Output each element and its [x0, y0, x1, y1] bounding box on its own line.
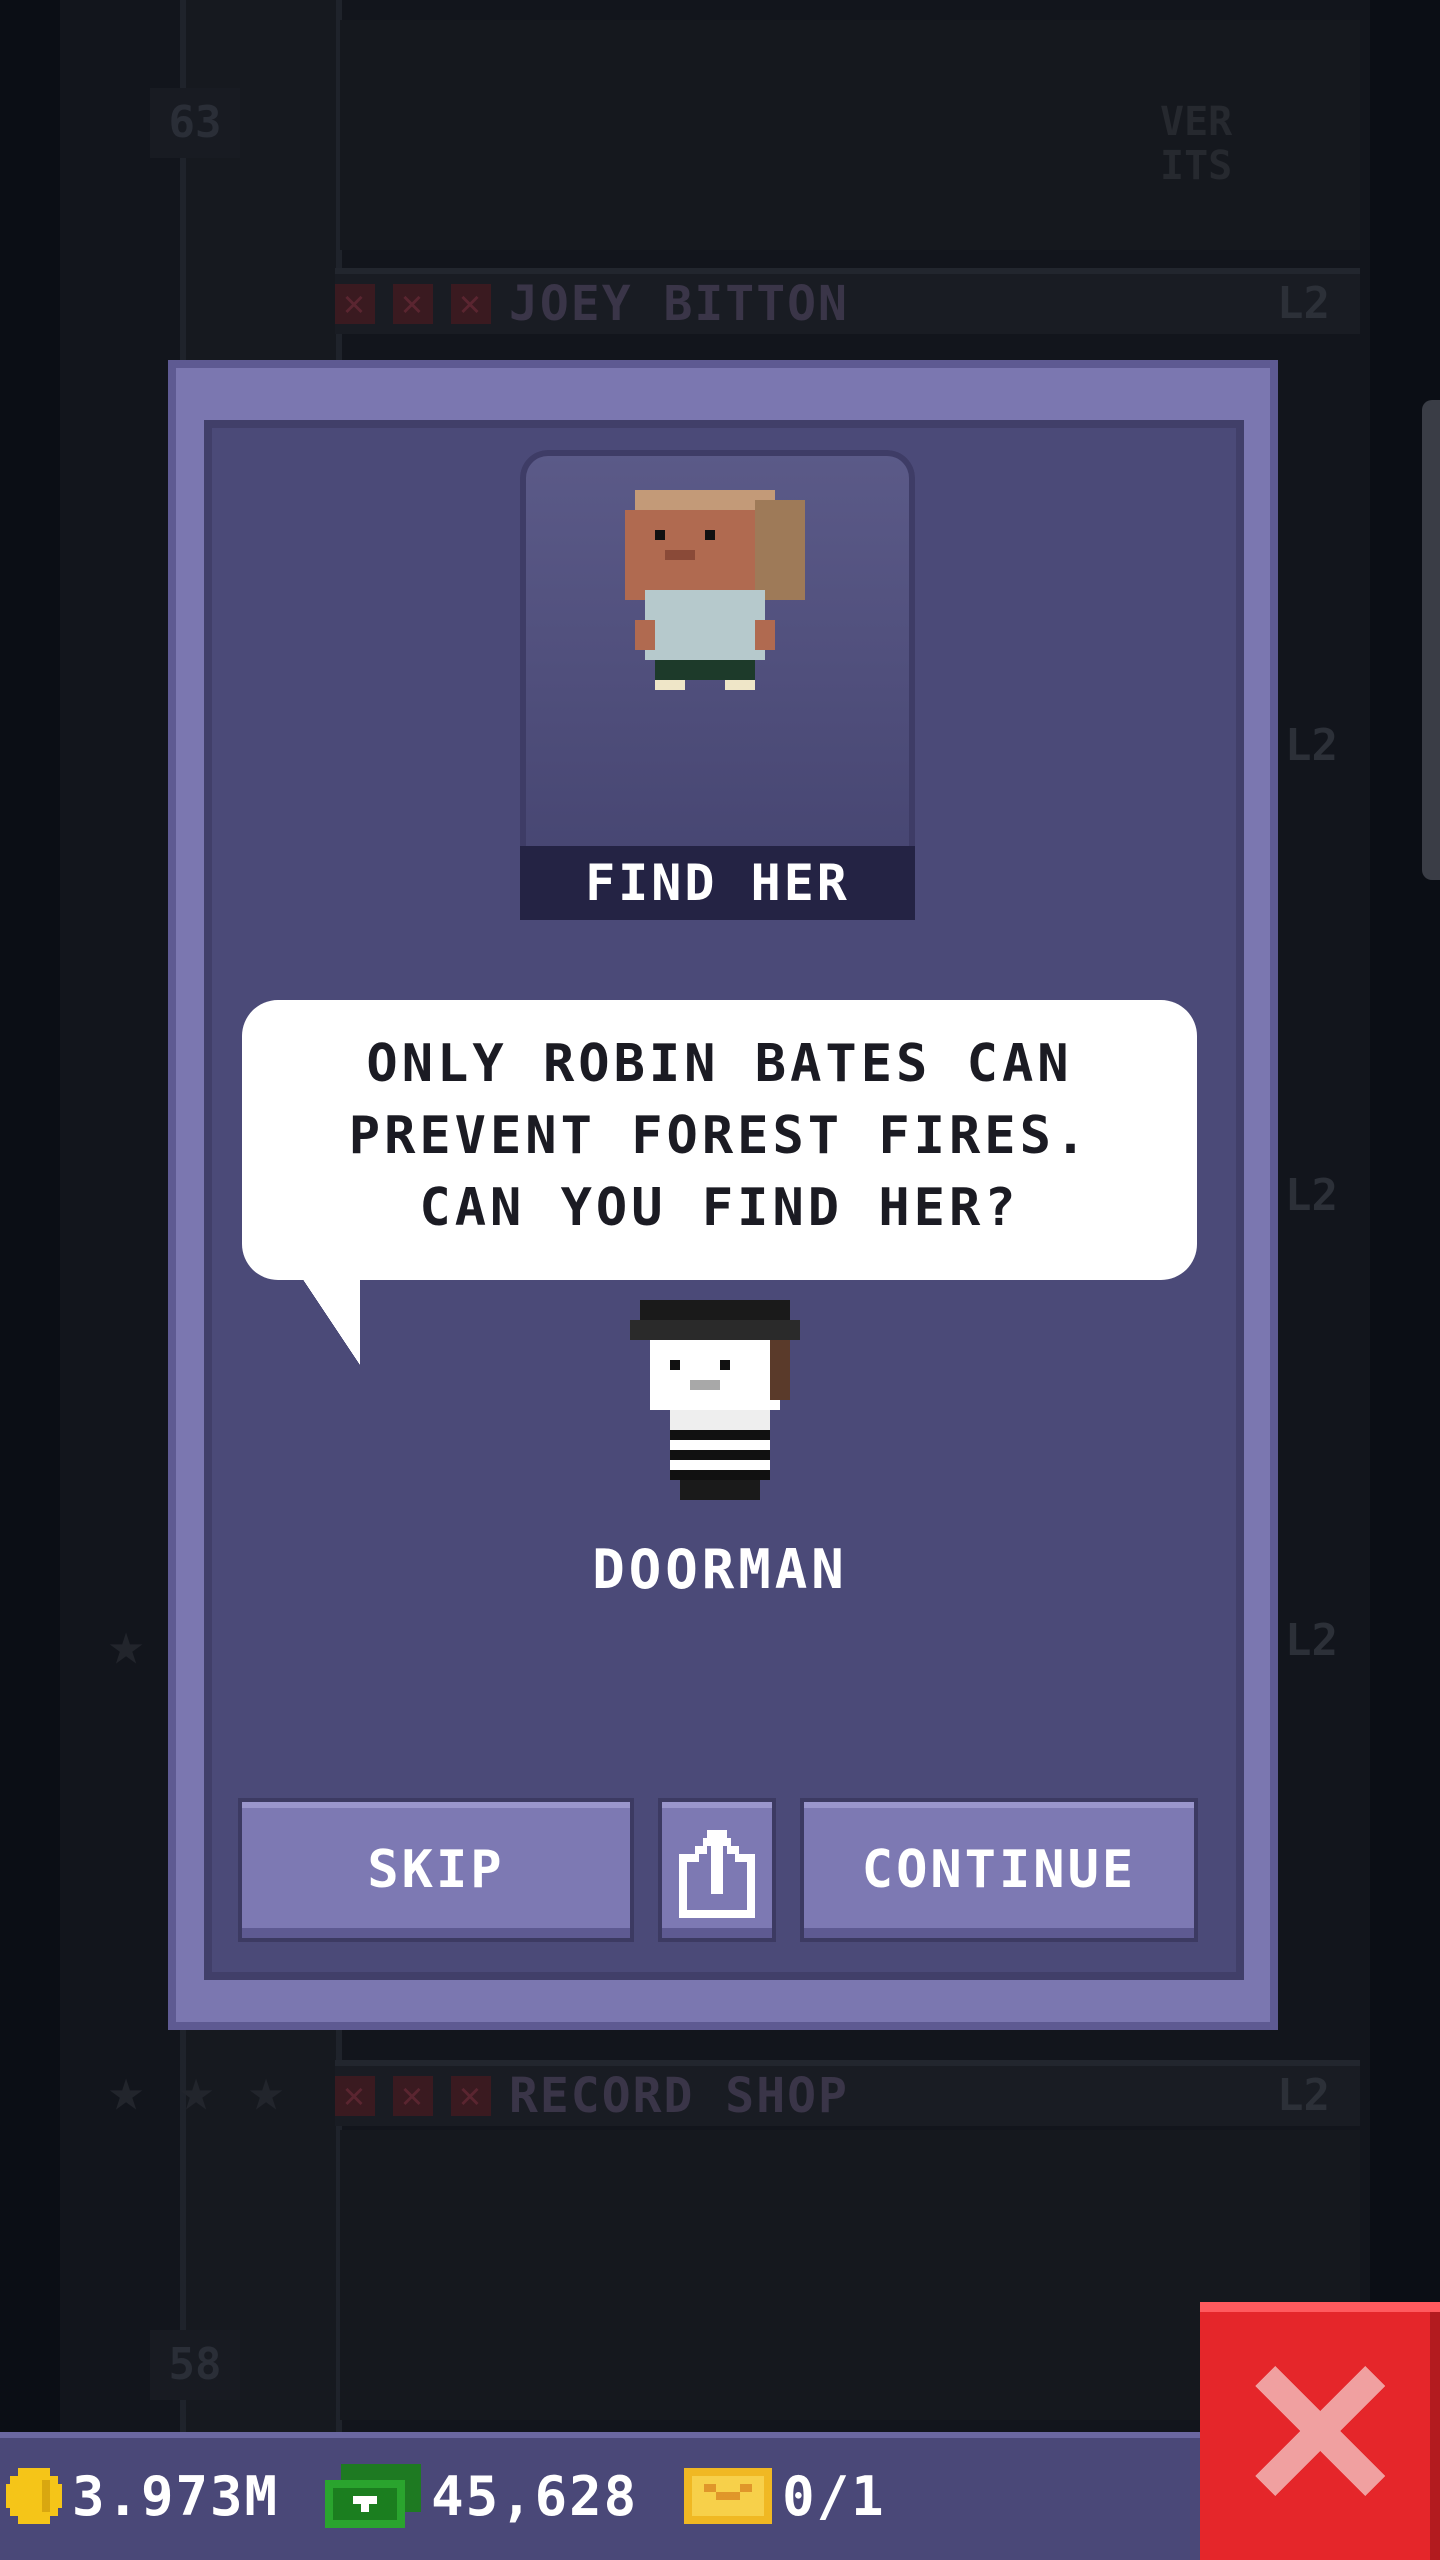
bux-icon	[325, 2464, 422, 2528]
share-button[interactable]	[662, 1802, 772, 1938]
star-icon: ★	[247, 2055, 285, 2125]
robin-bates-sprite	[625, 490, 805, 690]
background-floor: ✕ ✕ ✕ JOEY BITTON L2	[335, 268, 1360, 334]
coins-counter: 3.973M	[6, 2465, 279, 2528]
x-mark-icon: ✕	[393, 2076, 433, 2116]
star-icon: ★	[177, 2055, 215, 2125]
floor-level: L2	[1277, 278, 1330, 329]
floor-name: RECORD SHOP	[509, 2068, 849, 2124]
speech-bubble: ONLY ROBIN BATES CAN PREVENT FOREST FIRES…	[242, 1000, 1197, 1280]
continue-button[interactable]: CONTINUE	[804, 1802, 1194, 1938]
shop-sign-fragment: VER ITS	[1160, 99, 1233, 189]
speaker-name: DOORMAN	[592, 1538, 848, 1601]
share-icon	[679, 1830, 755, 1918]
mission-portrait: FIND HER	[520, 450, 915, 920]
close-icon	[1255, 2366, 1385, 2496]
bux-value: 45,628	[431, 2464, 639, 2528]
floor-level: L2	[1285, 720, 1338, 771]
floor-level: L2	[1277, 2070, 1330, 2121]
game-screen: 63 VER ITS ✕ ✕ ✕ JOEY BITTON L2 L2 L2 L2…	[0, 0, 1440, 2560]
speech-line: CAN YOU FIND HER?	[419, 1178, 1020, 1238]
side-panel-tab[interactable]	[1422, 400, 1440, 880]
ticket-icon	[684, 2468, 773, 2524]
speech-text: ONLY ROBIN BATES CAN PREVENT FOREST FIRES…	[242, 1028, 1197, 1244]
status-bar: 3.973M 45,628 0/1	[0, 2432, 1200, 2560]
x-mark-icon: ✕	[393, 284, 433, 324]
floor-number: 58	[150, 2330, 240, 2400]
tickets-counter: 0/1	[684, 2465, 886, 2528]
close-button[interactable]	[1200, 2302, 1440, 2560]
x-mark-icon: ✕	[335, 284, 375, 324]
star-icon: ★	[107, 1609, 145, 1679]
speech-line: PREVENT FOREST FIRES.	[348, 1106, 1091, 1166]
mission-title: FIND HER	[520, 846, 915, 920]
floor-level: L2	[1285, 1615, 1338, 1666]
skip-button[interactable]: SKIP	[242, 1802, 630, 1938]
tickets-value: 0/1	[782, 2464, 886, 2528]
speech-bubble-tail	[300, 1275, 360, 1365]
x-mark-icon: ✕	[335, 2076, 375, 2116]
floor-name: JOEY BITTON	[509, 276, 849, 332]
doorman-sprite	[630, 1300, 800, 1500]
bux-counter: 45,628	[325, 2464, 638, 2528]
floor-number: 63	[150, 88, 240, 158]
speech-line: ONLY ROBIN BATES CAN	[366, 1034, 1073, 1094]
background-floor: ✕ ✕ ✕ RECORD SHOP L2	[335, 2060, 1360, 2126]
coin-icon	[6, 2468, 62, 2524]
star-icon: ★	[107, 2055, 145, 2125]
coins-value: 3.973M	[72, 2464, 280, 2528]
x-mark-icon: ✕	[451, 284, 491, 324]
floor-level: L2	[1285, 1170, 1338, 1221]
x-mark-icon: ✕	[451, 2076, 491, 2116]
